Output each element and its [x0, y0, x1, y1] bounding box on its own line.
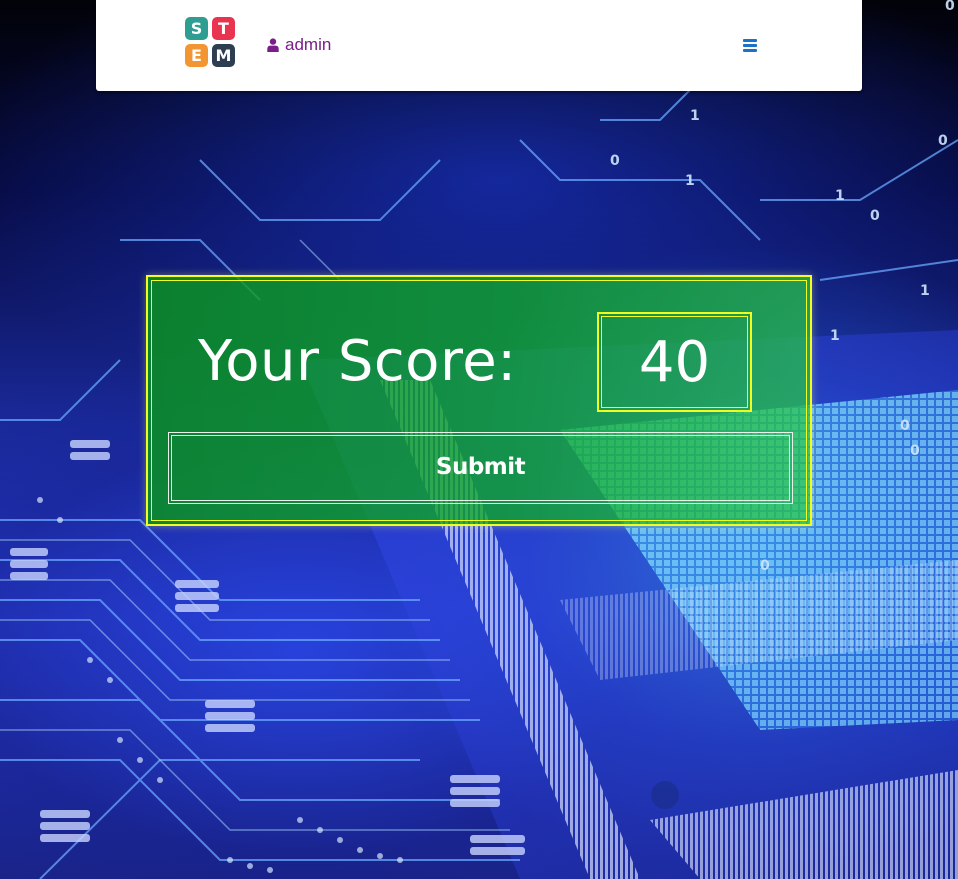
logo-tile-e: E: [185, 44, 208, 67]
logo-tile-s: S: [185, 17, 208, 40]
svg-text:0: 0: [610, 153, 620, 169]
svg-text:1: 1: [920, 283, 930, 299]
user-account-link[interactable]: admin: [267, 35, 331, 55]
svg-text:0: 0: [945, 0, 955, 14]
stem-logo[interactable]: S T E M: [185, 17, 235, 67]
username-label: admin: [285, 35, 332, 54]
hamburger-menu-icon[interactable]: [743, 38, 757, 52]
submit-button[interactable]: Submit: [168, 432, 793, 504]
submit-button-label: Submit: [435, 454, 526, 480]
svg-text:0: 0: [910, 443, 920, 459]
top-navbar: S T E M admin: [96, 0, 862, 91]
svg-text:1: 1: [690, 108, 700, 124]
score-value: 40: [638, 330, 711, 395]
svg-text:1: 1: [685, 173, 695, 189]
svg-text:0: 0: [938, 133, 948, 149]
svg-text:1: 1: [830, 328, 840, 344]
score-label: Your Score:: [198, 329, 517, 394]
user-icon: [267, 38, 279, 52]
logo-tile-t: T: [212, 17, 235, 40]
score-panel: Your Score: 40 Submit: [146, 275, 812, 526]
svg-text:0: 0: [900, 418, 910, 434]
svg-text:0: 0: [870, 208, 880, 224]
svg-text:0: 0: [760, 558, 770, 574]
logo-tile-m: M: [212, 44, 235, 67]
svg-text:1: 1: [835, 188, 845, 204]
score-value-box: 40: [597, 312, 752, 412]
